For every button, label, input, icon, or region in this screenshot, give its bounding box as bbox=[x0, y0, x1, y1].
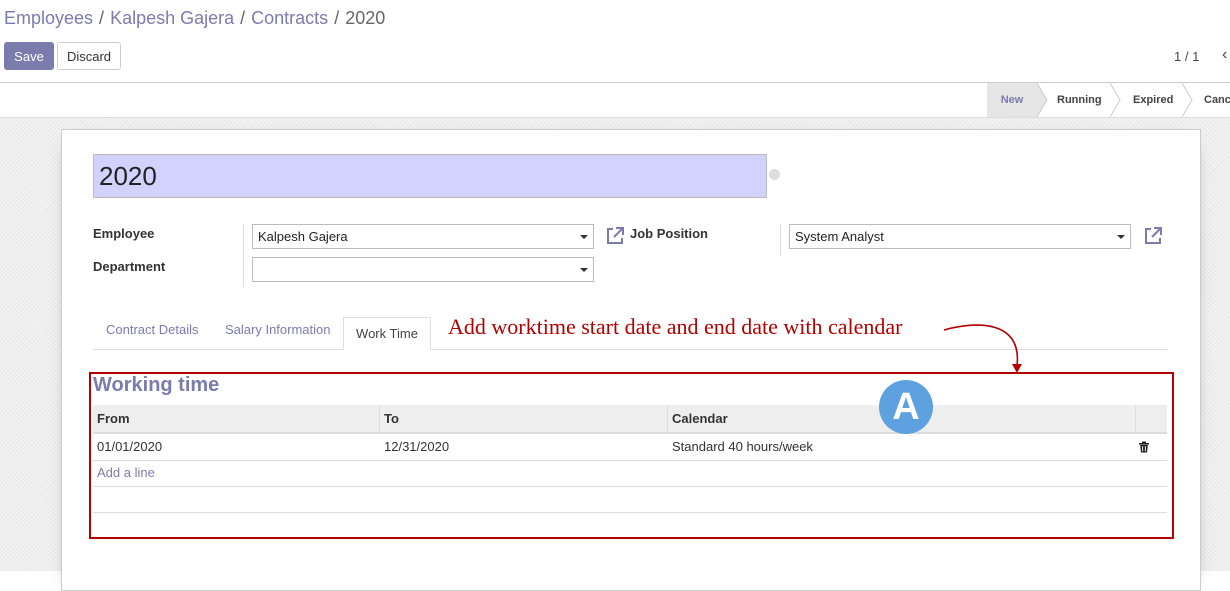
dropdown-caret-icon bbox=[580, 268, 588, 272]
stage-running[interactable]: Running bbox=[1057, 83, 1102, 117]
contract-name-field[interactable]: 2020 bbox=[93, 154, 767, 198]
breadcrumb-separator: / bbox=[334, 8, 340, 28]
tab-contract-details[interactable]: Contract Details bbox=[106, 322, 198, 337]
tab-salary-information[interactable]: Salary Information bbox=[225, 322, 331, 337]
job-position-select[interactable]: System Analyst bbox=[789, 224, 1131, 249]
statusbar: New Running Expired Canc bbox=[0, 83, 1230, 118]
breadcrumb-employees[interactable]: Employees bbox=[4, 8, 93, 28]
pager-value[interactable]: 1 / 1 bbox=[1174, 49, 1199, 64]
annotation-highlight-box bbox=[89, 372, 1174, 539]
breadcrumb-contracts[interactable]: Contracts bbox=[251, 8, 328, 28]
stage-arrow bbox=[1037, 83, 1048, 117]
discard-button[interactable]: Discard bbox=[57, 42, 121, 70]
external-link-icon[interactable] bbox=[605, 226, 625, 246]
breadcrumb-current: 2020 bbox=[345, 8, 386, 28]
job-position-label: Job Position bbox=[630, 226, 708, 241]
employee-value: Kalpesh Gajera bbox=[258, 229, 348, 244]
stage-new[interactable]: New bbox=[987, 83, 1037, 117]
annotation-text: Add worktime start date and end date wit… bbox=[448, 314, 903, 339]
dropdown-caret-icon bbox=[580, 235, 588, 239]
tab-work-time[interactable]: Work Time bbox=[343, 317, 431, 350]
field-divider bbox=[780, 224, 781, 256]
annotation-badge: A bbox=[879, 380, 933, 434]
save-button[interactable]: Save bbox=[4, 42, 54, 70]
breadcrumb-separator: / bbox=[240, 8, 246, 28]
external-link-icon[interactable] bbox=[1143, 226, 1163, 246]
stage-expired[interactable]: Expired bbox=[1133, 83, 1173, 117]
annotation-arrow bbox=[943, 324, 1022, 373]
job-position-value: System Analyst bbox=[795, 229, 884, 244]
stage-arrow bbox=[1110, 83, 1121, 117]
breadcrumb: Employees / Kalpesh Gajera / Contracts/2020 bbox=[4, 8, 385, 29]
breadcrumb-employee[interactable]: Kalpesh Gajera bbox=[110, 8, 234, 28]
employee-select[interactable]: Kalpesh Gajera bbox=[252, 224, 594, 249]
stage-cancelled[interactable]: Canc bbox=[1204, 83, 1230, 117]
chevron-left-icon[interactable]: ‹ bbox=[1222, 46, 1227, 64]
employee-label: Employee bbox=[93, 226, 155, 241]
breadcrumb-separator: / bbox=[99, 8, 105, 28]
department-select[interactable] bbox=[252, 257, 594, 282]
dropdown-caret-icon bbox=[1117, 235, 1125, 239]
department-label: Department bbox=[93, 259, 166, 274]
name-field-indicator bbox=[769, 169, 780, 180]
stage-arrow bbox=[1182, 83, 1193, 117]
field-divider bbox=[243, 224, 244, 287]
